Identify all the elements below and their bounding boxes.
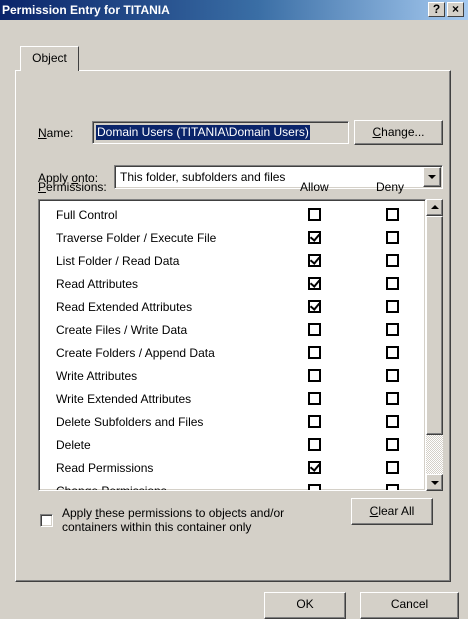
permission-name: Delete Subfolders and Files bbox=[56, 415, 204, 429]
apply-container-label-line2: containers within this container only bbox=[62, 520, 252, 534]
deny-checkbox[interactable] bbox=[386, 415, 399, 428]
permission-row: Read Permissions bbox=[39, 457, 425, 480]
allow-checkbox[interactable] bbox=[308, 346, 321, 359]
permissions-scrollbar[interactable] bbox=[426, 199, 443, 491]
allow-header: Allow bbox=[300, 180, 329, 194]
allow-checkbox[interactable] bbox=[308, 231, 321, 244]
permission-row: Create Folders / Append Data bbox=[39, 342, 425, 365]
name-label: Name: bbox=[38, 126, 74, 140]
scroll-up-button[interactable] bbox=[426, 199, 443, 216]
chevron-down-icon[interactable] bbox=[423, 167, 441, 187]
permission-name: Write Extended Attributes bbox=[56, 392, 192, 406]
permission-name: Change Permissions bbox=[56, 484, 167, 491]
change-button[interactable]: Change... bbox=[354, 120, 443, 145]
permission-name: List Folder / Read Data bbox=[56, 254, 180, 268]
allow-checkbox[interactable] bbox=[308, 484, 321, 490]
deny-checkbox[interactable] bbox=[386, 461, 399, 474]
allow-checkbox[interactable] bbox=[308, 323, 321, 336]
allow-checkbox[interactable] bbox=[308, 415, 321, 428]
name-field[interactable]: Domain Users (TITANIA\Domain Users) bbox=[92, 121, 349, 144]
scrollbar-thumb[interactable] bbox=[426, 216, 443, 435]
deny-header: Deny bbox=[376, 180, 405, 194]
allow-checkbox[interactable] bbox=[308, 369, 321, 382]
apply-container-checkbox[interactable] bbox=[40, 514, 53, 527]
permission-row: Delete bbox=[39, 434, 425, 457]
close-icon[interactable]: × bbox=[447, 2, 464, 17]
permission-name: Read Permissions bbox=[56, 461, 154, 475]
deny-checkbox[interactable] bbox=[386, 231, 399, 244]
allow-checkbox[interactable] bbox=[308, 300, 321, 313]
apply-container-label-line1: Apply these permissions to objects and/o… bbox=[62, 506, 285, 520]
deny-checkbox[interactable] bbox=[386, 392, 399, 405]
deny-checkbox[interactable] bbox=[386, 346, 399, 359]
scroll-down-button[interactable] bbox=[426, 474, 443, 491]
apply-onto-value: This folder, subfolders and files bbox=[120, 170, 286, 184]
tab-object[interactable]: Object bbox=[20, 46, 79, 71]
permission-name: Read Extended Attributes bbox=[56, 300, 193, 314]
help-icon[interactable]: ? bbox=[428, 2, 445, 17]
clear-all-button[interactable]: Clear All bbox=[351, 498, 433, 525]
allow-checkbox[interactable] bbox=[308, 254, 321, 267]
permission-name: Delete bbox=[56, 438, 91, 452]
cancel-button[interactable]: Cancel bbox=[360, 592, 459, 619]
permission-row: Write Extended Attributes bbox=[39, 388, 425, 411]
permission-row: Traverse Folder / Execute File bbox=[39, 227, 425, 250]
title-bar[interactable]: Permission Entry for TITANIA ? × bbox=[0, 0, 468, 20]
allow-checkbox[interactable] bbox=[308, 208, 321, 221]
allow-checkbox[interactable] bbox=[308, 392, 321, 405]
permission-row: List Folder / Read Data bbox=[39, 250, 425, 273]
permission-row: Read Extended Attributes bbox=[39, 296, 425, 319]
deny-checkbox[interactable] bbox=[386, 484, 399, 490]
deny-checkbox[interactable] bbox=[386, 438, 399, 451]
permission-row: Delete Subfolders and Files bbox=[39, 411, 425, 434]
permission-row: Read Attributes bbox=[39, 273, 425, 296]
permission-row: Change Permissions bbox=[39, 480, 425, 491]
permission-row: Full Control bbox=[39, 204, 425, 227]
permission-name: Write Attributes bbox=[56, 369, 138, 383]
allow-checkbox[interactable] bbox=[308, 461, 321, 474]
ok-button[interactable]: OK bbox=[264, 592, 346, 619]
deny-checkbox[interactable] bbox=[386, 208, 399, 221]
deny-checkbox[interactable] bbox=[386, 277, 399, 290]
allow-checkbox[interactable] bbox=[308, 438, 321, 451]
allow-checkbox[interactable] bbox=[308, 277, 321, 290]
permission-name: Create Folders / Append Data bbox=[56, 346, 215, 360]
apply-container-label: Apply these permissions to objects and/o… bbox=[62, 506, 284, 534]
window-title: Permission Entry for TITANIA bbox=[2, 3, 170, 17]
deny-checkbox[interactable] bbox=[386, 369, 399, 382]
permissions-list[interactable]: Full Control Traverse Folder / Execute Fi… bbox=[38, 199, 426, 491]
permissions-label: Permissions: bbox=[38, 180, 107, 194]
permission-name: Full Control bbox=[56, 208, 118, 222]
permission-row: Write Attributes bbox=[39, 365, 425, 388]
deny-checkbox[interactable] bbox=[386, 323, 399, 336]
permission-row: Create Files / Write Data bbox=[39, 319, 425, 342]
name-value: Domain Users (TITANIA\Domain Users) bbox=[96, 125, 310, 140]
permission-name: Traverse Folder / Execute File bbox=[56, 231, 217, 245]
deny-checkbox[interactable] bbox=[386, 254, 399, 267]
permission-name: Create Files / Write Data bbox=[56, 323, 188, 337]
deny-checkbox[interactable] bbox=[386, 300, 399, 313]
permission-name: Read Attributes bbox=[56, 277, 139, 291]
